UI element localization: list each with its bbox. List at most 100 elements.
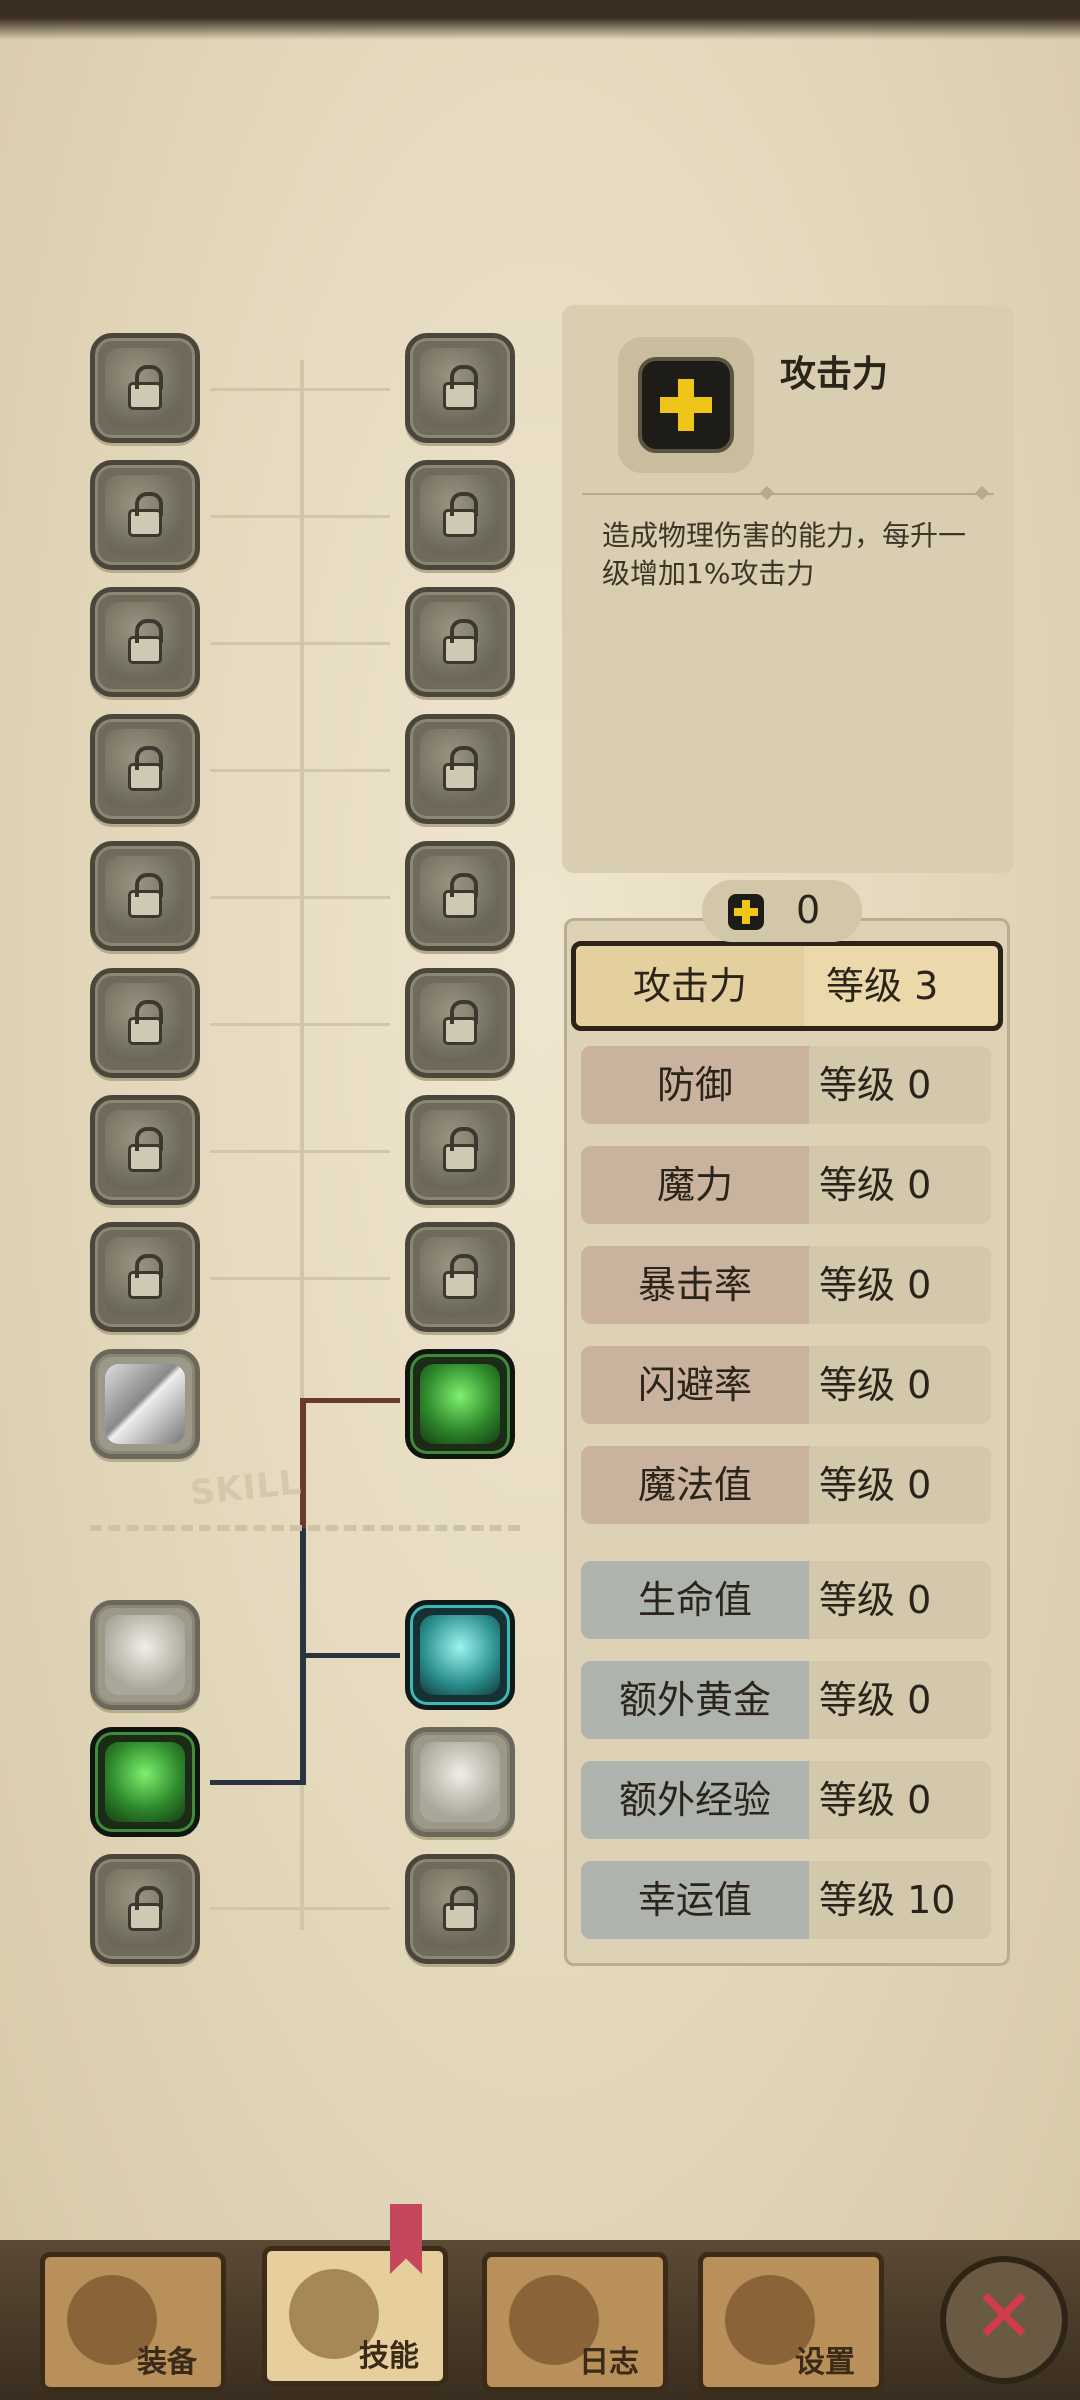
stat-row-dodge[interactable]: 闪避率 等级 0 bbox=[581, 1346, 991, 1424]
skill-node-locked[interactable] bbox=[90, 333, 200, 443]
tab-label: 设置 bbox=[795, 2345, 855, 2380]
lock-icon bbox=[443, 492, 478, 537]
stat-level: 等级 10 bbox=[819, 1878, 956, 1922]
tab-label: 技能 bbox=[359, 2339, 419, 2374]
lock-icon bbox=[128, 619, 163, 664]
stat-name: 额外黄金 bbox=[581, 1661, 809, 1739]
skill-node-locked[interactable] bbox=[90, 460, 200, 570]
lock-icon bbox=[128, 492, 163, 537]
skill-node-locked[interactable] bbox=[405, 1222, 515, 1332]
stat-row-exp[interactable]: 额外经验 等级 0 bbox=[581, 1761, 991, 1839]
skill-node-chest-hand[interactable] bbox=[90, 1727, 200, 1837]
skill-node-locked[interactable] bbox=[90, 1222, 200, 1332]
skill-node-locked[interactable] bbox=[405, 1854, 515, 1964]
active-path bbox=[300, 1653, 400, 1658]
skill-node-locked[interactable] bbox=[405, 587, 515, 697]
skill-node-locked[interactable] bbox=[405, 714, 515, 824]
stat-row-luck[interactable]: 幸运值 等级 10 bbox=[581, 1861, 991, 1939]
stat-row-mana[interactable]: 魔法值 等级 0 bbox=[581, 1446, 991, 1524]
stat-row-hp[interactable]: 生命值 等级 0 bbox=[581, 1561, 991, 1639]
tree-branch bbox=[210, 642, 390, 645]
skill-points-value: 0 bbox=[796, 888, 821, 932]
stat-row-defense[interactable]: 防御 等级 0 bbox=[581, 1046, 991, 1124]
info-title: 攻击力 bbox=[780, 354, 889, 395]
sword-icon bbox=[105, 1364, 185, 1444]
skill-node-locked[interactable] bbox=[405, 460, 515, 570]
tree-branch bbox=[210, 1023, 390, 1026]
skill-node-locked[interactable] bbox=[90, 968, 200, 1078]
tree-divider bbox=[90, 1525, 520, 1531]
lock-icon bbox=[128, 746, 163, 791]
skill-node-chest-eye[interactable] bbox=[405, 1600, 515, 1710]
skill-info-panel: 攻击力 造成物理伤害的能力，每升一级增加1%攻击力 bbox=[562, 305, 1014, 873]
stat-name: 闪避率 bbox=[581, 1346, 809, 1424]
chest-eye-icon bbox=[420, 1742, 500, 1822]
tree-branch bbox=[210, 896, 390, 899]
skill-node-locked[interactable] bbox=[90, 841, 200, 951]
skill-node-locked[interactable] bbox=[90, 1095, 200, 1205]
info-separator bbox=[582, 493, 994, 495]
stat-row-crit[interactable]: 暴击率 等级 0 bbox=[581, 1246, 991, 1324]
close-icon: ✕ bbox=[972, 2273, 1036, 2360]
stat-level: 等级 0 bbox=[819, 1778, 932, 1822]
close-button[interactable]: ✕ bbox=[940, 2256, 1068, 2384]
active-path bbox=[210, 1780, 306, 1785]
stat-name: 生命值 bbox=[581, 1561, 809, 1639]
green-sprite-icon bbox=[420, 1364, 500, 1444]
skill-node-green-sprite[interactable] bbox=[405, 1349, 515, 1459]
plus-bar-h bbox=[660, 397, 712, 413]
stat-row-magic[interactable]: 魔力 等级 0 bbox=[581, 1146, 991, 1224]
stat-name: 攻击力 bbox=[576, 946, 804, 1026]
stat-level: 等级 0 bbox=[819, 1163, 932, 1207]
tab-label: 装备 bbox=[137, 2345, 197, 2380]
stat-level: 等级 0 bbox=[819, 1678, 932, 1722]
skill-node-locked[interactable] bbox=[90, 587, 200, 697]
tab-settings[interactable]: 设置 bbox=[698, 2252, 884, 2392]
tab-log[interactable]: 日志 bbox=[482, 2252, 668, 2392]
tree-branch bbox=[210, 1907, 390, 1910]
skill-node-locked[interactable] bbox=[405, 841, 515, 951]
info-icon-frame bbox=[618, 337, 754, 473]
chest-hand-icon bbox=[105, 1742, 185, 1822]
stat-name: 幸运值 bbox=[581, 1861, 809, 1939]
chest-eye-icon bbox=[420, 1615, 500, 1695]
active-path bbox=[300, 1400, 306, 1530]
active-path bbox=[300, 1398, 400, 1403]
stat-level: 等级 0 bbox=[819, 1063, 932, 1107]
tree-branch bbox=[210, 1277, 390, 1280]
stat-level: 等级 0 bbox=[819, 1578, 932, 1622]
lock-icon bbox=[128, 873, 163, 918]
chest-arrow-icon bbox=[105, 1615, 185, 1695]
stat-row-gold[interactable]: 额外黄金 等级 0 bbox=[581, 1661, 991, 1739]
stats-panel: 攻击力 等级 3 防御 等级 0 魔力 等级 0 暴击率 等级 0 闪避率 等级… bbox=[564, 918, 1010, 1966]
tab-label: 日志 bbox=[579, 2345, 639, 2380]
tree-branch bbox=[210, 769, 390, 772]
lock-icon bbox=[443, 873, 478, 918]
lock-icon bbox=[128, 1127, 163, 1172]
skill-node-locked[interactable] bbox=[90, 714, 200, 824]
skill-node-sword[interactable] bbox=[90, 1349, 200, 1459]
skill-node-locked[interactable] bbox=[90, 1854, 200, 1964]
lock-icon bbox=[128, 365, 163, 410]
skill-node-locked[interactable] bbox=[405, 1095, 515, 1205]
stat-level: 等级 0 bbox=[819, 1363, 932, 1407]
skill-node-chest-eye-gray[interactable] bbox=[405, 1727, 515, 1837]
plus-icon bbox=[728, 894, 764, 930]
stat-level: 等级 3 bbox=[826, 964, 939, 1008]
tab-equipment[interactable]: 装备 bbox=[40, 2252, 226, 2392]
lock-icon bbox=[443, 1886, 478, 1931]
lock-icon bbox=[128, 1254, 163, 1299]
skill-node-chest-down[interactable] bbox=[90, 1600, 200, 1710]
stat-name: 魔力 bbox=[581, 1146, 809, 1224]
lock-icon bbox=[443, 1000, 478, 1045]
lock-icon bbox=[128, 1886, 163, 1931]
stat-row-attack[interactable]: 攻击力 等级 3 bbox=[571, 941, 1003, 1031]
stat-level: 等级 0 bbox=[819, 1263, 932, 1307]
tree-branch bbox=[210, 515, 390, 518]
plus-icon bbox=[638, 357, 734, 453]
skill-node-locked[interactable] bbox=[405, 333, 515, 443]
stat-level: 等级 0 bbox=[819, 1463, 932, 1507]
skill-node-locked[interactable] bbox=[405, 968, 515, 1078]
stat-name: 防御 bbox=[581, 1046, 809, 1124]
stat-name: 暴击率 bbox=[581, 1246, 809, 1324]
